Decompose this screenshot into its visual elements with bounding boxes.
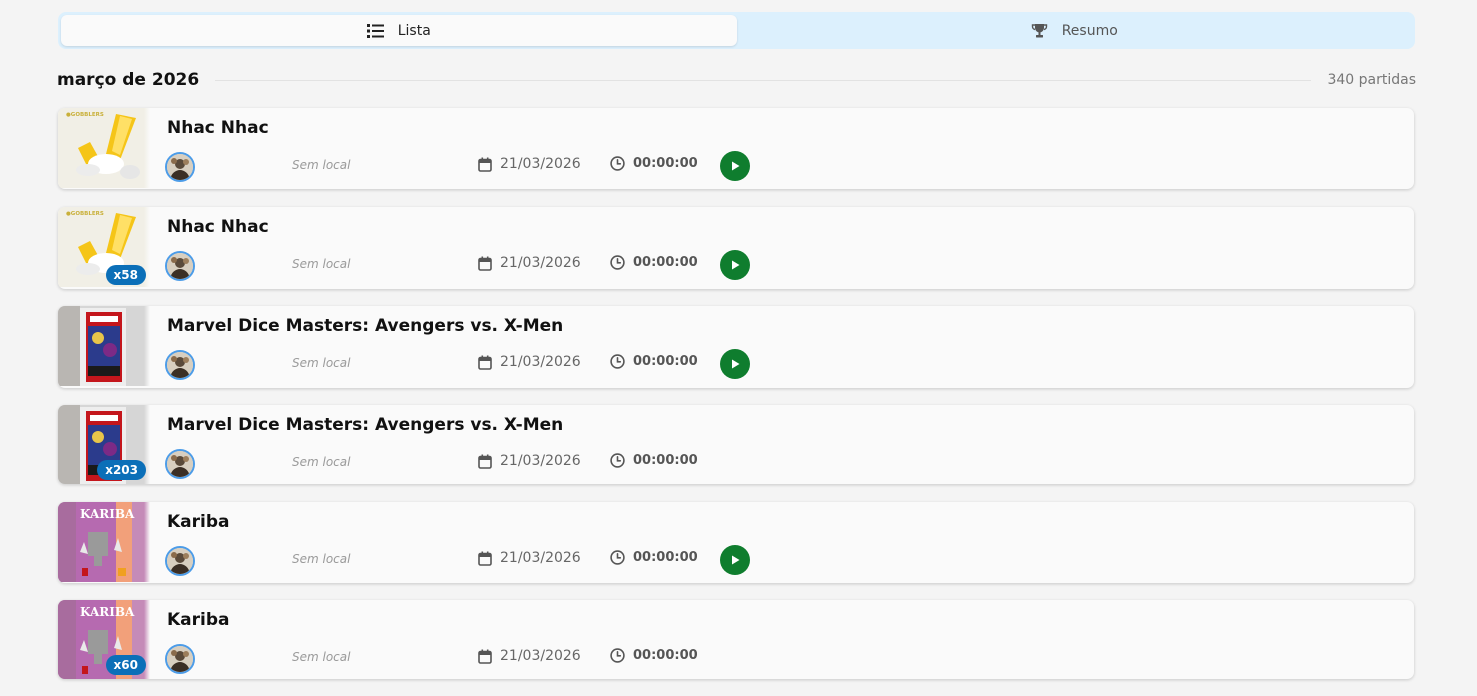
date-text: 21/03/2026 bbox=[500, 156, 581, 172]
play-date: 21/03/2026 bbox=[478, 156, 581, 172]
game-thumbnail: x203 bbox=[58, 405, 150, 484]
play-duration: 00:00:00 bbox=[610, 453, 698, 468]
thumb-fade bbox=[144, 502, 150, 583]
location-text: Sem local bbox=[292, 650, 351, 664]
date-text: 21/03/2026 bbox=[500, 354, 581, 370]
play-icon bbox=[732, 359, 740, 369]
play-date: 21/03/2026 bbox=[478, 550, 581, 566]
play-icon bbox=[732, 260, 740, 270]
play-duration: 00:00:00 bbox=[610, 354, 698, 369]
duration-text: 00:00:00 bbox=[633, 156, 698, 171]
avatar[interactable] bbox=[165, 449, 195, 479]
date-text: 21/03/2026 bbox=[500, 648, 581, 664]
location-text: Sem local bbox=[292, 158, 351, 172]
avatar[interactable] bbox=[165, 251, 195, 281]
play-duration: 00:00:00 bbox=[610, 648, 698, 663]
calendar-icon bbox=[478, 649, 492, 664]
calendar-icon bbox=[478, 454, 492, 469]
list-icon bbox=[366, 23, 384, 38]
play-card-1[interactable]: ●GOBBLERS Nhac Nhac Sem local 21/03/2026… bbox=[58, 108, 1414, 189]
tab-lista-label: Lista bbox=[397, 22, 431, 39]
game-title: Nhac Nhac bbox=[167, 118, 269, 138]
month-title: março de 2026 bbox=[57, 70, 200, 90]
play-icon bbox=[732, 161, 740, 171]
play-duration: 00:00:00 bbox=[610, 255, 698, 270]
month-header: março de 2026 340 partidas bbox=[57, 68, 1416, 92]
play-button[interactable] bbox=[720, 250, 750, 280]
date-text: 21/03/2026 bbox=[500, 550, 581, 566]
play-date: 21/03/2026 bbox=[478, 354, 581, 370]
play-button[interactable] bbox=[720, 349, 750, 379]
avatar[interactable] bbox=[165, 152, 195, 182]
game-thumbnail bbox=[58, 306, 150, 388]
play-card-4[interactable]: x203 Marvel Dice Masters: Avengers vs. X… bbox=[58, 405, 1414, 484]
play-icon bbox=[732, 555, 740, 565]
duration-text: 00:00:00 bbox=[633, 550, 698, 565]
clock-icon bbox=[610, 156, 625, 171]
tab-resumo[interactable]: Resumo bbox=[737, 15, 1413, 46]
play-duration: 00:00:00 bbox=[610, 156, 698, 171]
game-title: Nhac Nhac bbox=[167, 217, 269, 237]
view-tabs: Lista Resumo bbox=[58, 12, 1415, 49]
game-title: Marvel Dice Masters: Avengers vs. X-Men bbox=[167, 316, 564, 336]
game-title: Kariba bbox=[167, 512, 230, 532]
play-button[interactable] bbox=[720, 545, 750, 575]
date-text: 21/03/2026 bbox=[500, 255, 581, 271]
duration-text: 00:00:00 bbox=[633, 255, 698, 270]
game-thumbnail: ●GOBBLERS x58 bbox=[58, 207, 150, 289]
play-duration: 00:00:00 bbox=[610, 550, 698, 565]
avatar[interactable] bbox=[165, 546, 195, 576]
duration-text: 00:00:00 bbox=[633, 453, 698, 468]
play-date: 21/03/2026 bbox=[478, 453, 581, 469]
play-count-badge: x60 bbox=[105, 655, 146, 675]
duration-text: 00:00:00 bbox=[633, 354, 698, 369]
svg-text:●GOBBLERS: ●GOBBLERS bbox=[66, 211, 104, 217]
location-text: Sem local bbox=[292, 257, 351, 271]
svg-text:KARIBA: KARIBA bbox=[80, 605, 135, 619]
game-title: Marvel Dice Masters: Avengers vs. X-Men bbox=[167, 415, 564, 435]
svg-text:KARIBA: KARIBA bbox=[80, 507, 135, 521]
play-button[interactable] bbox=[720, 151, 750, 181]
duration-text: 00:00:00 bbox=[633, 648, 698, 663]
clock-icon bbox=[610, 354, 625, 369]
plays-count: 340 partidas bbox=[1327, 72, 1416, 88]
month-divider bbox=[215, 79, 1312, 81]
play-date: 21/03/2026 bbox=[478, 255, 581, 271]
avatar[interactable] bbox=[165, 350, 195, 380]
location-text: Sem local bbox=[292, 455, 351, 469]
play-card-6[interactable]: KARIBA x60 Kariba Sem local 21/03/2026 0… bbox=[58, 600, 1414, 679]
trophy-icon bbox=[1031, 23, 1047, 37]
play-card-3[interactable]: Marvel Dice Masters: Avengers vs. X-Men … bbox=[58, 306, 1414, 388]
tab-lista[interactable]: Lista bbox=[61, 15, 737, 46]
thumb-fade bbox=[144, 108, 150, 189]
date-text: 21/03/2026 bbox=[500, 453, 581, 469]
calendar-icon bbox=[478, 256, 492, 271]
thumb-fade bbox=[144, 306, 150, 388]
calendar-icon bbox=[478, 355, 492, 370]
game-thumbnail: KARIBA bbox=[58, 502, 150, 583]
game-thumbnail: ●GOBBLERS bbox=[58, 108, 150, 189]
game-title: Kariba bbox=[167, 610, 230, 630]
clock-icon bbox=[610, 453, 625, 468]
play-card-5[interactable]: KARIBA Kariba Sem local 21/03/2026 00:00… bbox=[58, 502, 1414, 583]
location-text: Sem local bbox=[292, 356, 351, 370]
location-text: Sem local bbox=[292, 552, 351, 566]
play-count-badge: x203 bbox=[97, 460, 146, 480]
calendar-icon bbox=[478, 157, 492, 172]
clock-icon bbox=[610, 648, 625, 663]
game-thumbnail: KARIBA x60 bbox=[58, 600, 150, 679]
tab-resumo-label: Resumo bbox=[1061, 22, 1118, 39]
play-card-2[interactable]: ●GOBBLERS x58 Nhac Nhac Sem local 21/03/… bbox=[58, 207, 1414, 289]
play-date: 21/03/2026 bbox=[478, 648, 581, 664]
clock-icon bbox=[610, 255, 625, 270]
clock-icon bbox=[610, 550, 625, 565]
play-count-badge: x58 bbox=[105, 265, 146, 285]
svg-text:●GOBBLERS: ●GOBBLERS bbox=[66, 112, 104, 118]
calendar-icon bbox=[478, 551, 492, 566]
avatar[interactable] bbox=[165, 644, 195, 674]
